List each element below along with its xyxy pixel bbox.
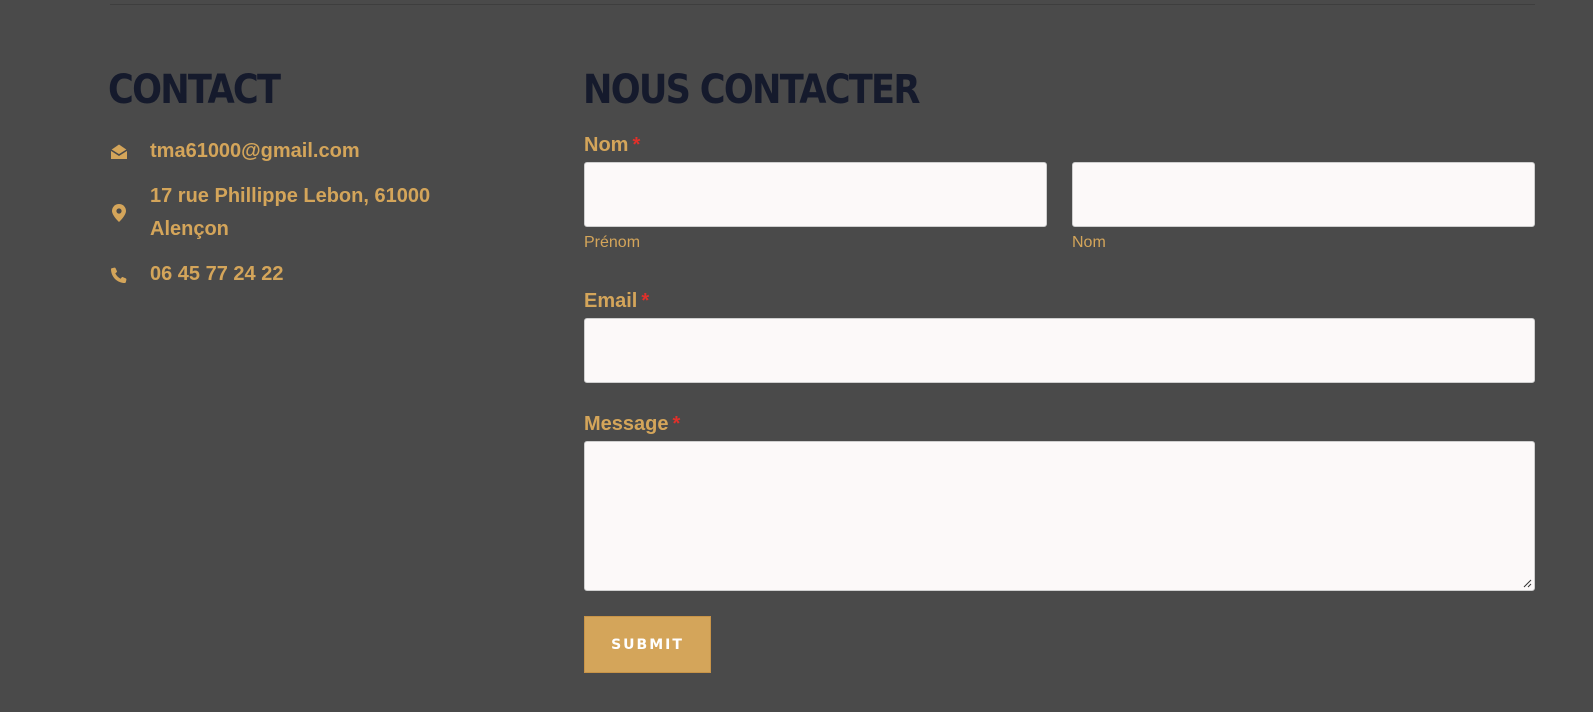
- first-name-sublabel: Prénom: [584, 234, 641, 251]
- email-label: Email *: [584, 289, 649, 313]
- map-pin-icon: [110, 204, 128, 222]
- contact-phone-link[interactable]: 06 45 77 24 22: [150, 258, 283, 291]
- message-textarea[interactable]: [584, 441, 1535, 591]
- email-label-text: Email: [584, 290, 638, 312]
- contact-email-item: tma61000@gmail.com: [110, 135, 360, 168]
- phone-icon: [110, 266, 128, 284]
- message-label: Message *: [584, 412, 680, 436]
- contact-address-item: 17 rue Phillippe Lebon, 61000 Alençon: [110, 180, 450, 246]
- first-name-input[interactable]: [584, 162, 1047, 227]
- last-name-sublabel: Nom: [1072, 234, 1106, 251]
- contact-phone-item: 06 45 77 24 22: [110, 258, 283, 291]
- required-mark: *: [672, 413, 681, 435]
- contact-heading: CONTACT: [108, 67, 281, 113]
- resize-grip-icon[interactable]: [1522, 578, 1532, 588]
- contact-address-text: 17 rue Phillippe Lebon, 61000 Alençon: [150, 185, 431, 240]
- form-heading: NOUS CONTACTER: [583, 67, 920, 113]
- required-mark: *: [632, 134, 641, 156]
- envelope-open-icon: [110, 143, 128, 161]
- message-label-text: Message: [584, 413, 669, 435]
- submit-button[interactable]: SUBMIT: [584, 616, 711, 673]
- contact-email-link[interactable]: tma61000@gmail.com: [150, 135, 360, 168]
- email-input[interactable]: [584, 318, 1535, 383]
- name-label: Nom *: [584, 133, 640, 157]
- top-divider: [110, 4, 1535, 5]
- last-name-input[interactable]: [1072, 162, 1535, 227]
- required-mark: *: [641, 290, 650, 312]
- name-label-text: Nom: [584, 134, 629, 156]
